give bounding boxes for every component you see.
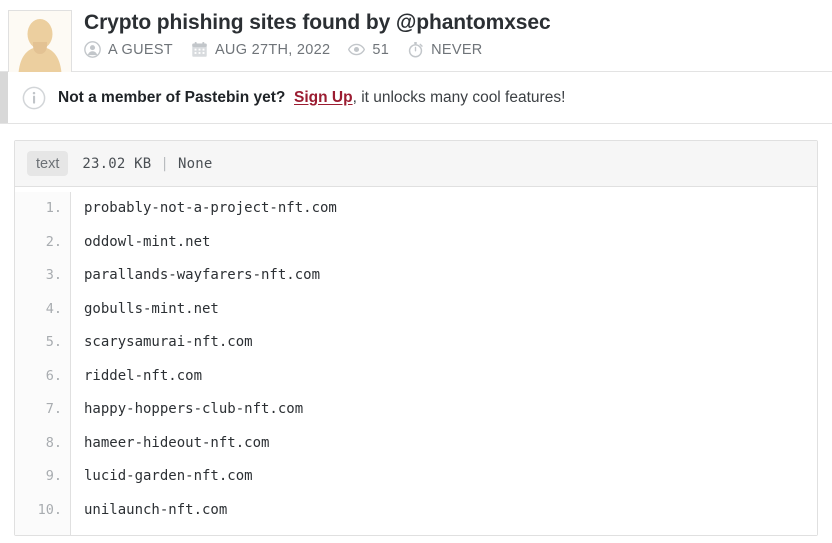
code-line: probably-not-a-project-nft.com (84, 192, 817, 226)
paste-box: text 23.02 KB | None 1. 2. 3. 4. 5. 6. 7… (14, 140, 818, 536)
paste-header: Crypto phishing sites found by @phantomx… (0, 0, 832, 72)
language-badge[interactable]: text (27, 151, 68, 176)
page-title: Crypto phishing sites found by @phantomx… (84, 10, 832, 36)
calendar-icon (191, 41, 208, 58)
default-user-avatar-icon (9, 11, 71, 73)
code-line: parallands-wayfarers-nft.com (84, 259, 817, 293)
code-line: lucid-garden-nft.com (84, 460, 817, 494)
meta-views-label: 51 (372, 42, 389, 58)
meta-views: 51 (348, 41, 389, 58)
line-number: 5. (15, 326, 62, 360)
line-number-gutter: 1. 2. 3. 4. 5. 6. 7. 8. 9. 10. (15, 192, 71, 535)
code-line: unilaunch-nft.com (84, 494, 817, 528)
meta-date: AUG 27TH, 2022 (191, 41, 330, 58)
line-number: 4. (15, 293, 62, 327)
paste-size: 23.02 KB (82, 156, 151, 172)
meta-expiry-label: NEVER (431, 42, 482, 58)
code-line: oddowl-mint.net (84, 226, 817, 260)
line-number: 10. (15, 494, 62, 528)
code-area: 1. 2. 3. 4. 5. 6. 7. 8. 9. 10. probably-… (15, 187, 817, 535)
info-circle-icon (22, 86, 46, 110)
eye-icon (348, 41, 365, 58)
sign-up-link[interactable]: Sign Up (294, 89, 353, 106)
code-line: scarysamurai-nft.com (84, 326, 817, 360)
code-line: hameer-hideout-nft.com (84, 427, 817, 461)
info-separator: | (160, 156, 169, 172)
notice-text: Not a member of Pastebin yet? Sign Up, i… (58, 88, 565, 108)
code-content[interactable]: probably-not-a-project-nft.com oddowl-mi… (71, 192, 817, 535)
meta-date-label: AUG 27TH, 2022 (215, 42, 330, 58)
line-number: 7. (15, 393, 62, 427)
code-line: gobulls-mint.net (84, 293, 817, 327)
header-main: Crypto phishing sites found by @phantomx… (84, 8, 832, 58)
notice-bold-text: Not a member of Pastebin yet? (58, 89, 285, 106)
notice-rest-text: , it unlocks many cool features! (353, 89, 566, 106)
meta-author-label: A GUEST (108, 42, 173, 58)
line-number: 1. (15, 192, 62, 226)
user-icon (84, 41, 101, 58)
code-line: riddel-nft.com (84, 360, 817, 394)
stopwatch-icon (407, 41, 424, 58)
line-number: 3. (15, 259, 62, 293)
paste-meta-row: A GUEST (84, 41, 832, 58)
line-number: 2. (15, 226, 62, 260)
paste-info: 23.02 KB | None (82, 156, 212, 172)
meta-expiry: NEVER (407, 41, 482, 58)
line-number: 9. (15, 460, 62, 494)
avatar (8, 10, 72, 74)
meta-author: A GUEST (84, 41, 173, 58)
line-number: 8. (15, 427, 62, 461)
line-number: 6. (15, 360, 62, 394)
signup-notice: Not a member of Pastebin yet? Sign Up, i… (0, 72, 832, 124)
paste-expires: None (178, 156, 213, 172)
code-line: happy-hoppers-club-nft.com (84, 393, 817, 427)
paste-toolbar: text 23.02 KB | None (15, 141, 817, 187)
notice-accent-bar (0, 72, 8, 123)
